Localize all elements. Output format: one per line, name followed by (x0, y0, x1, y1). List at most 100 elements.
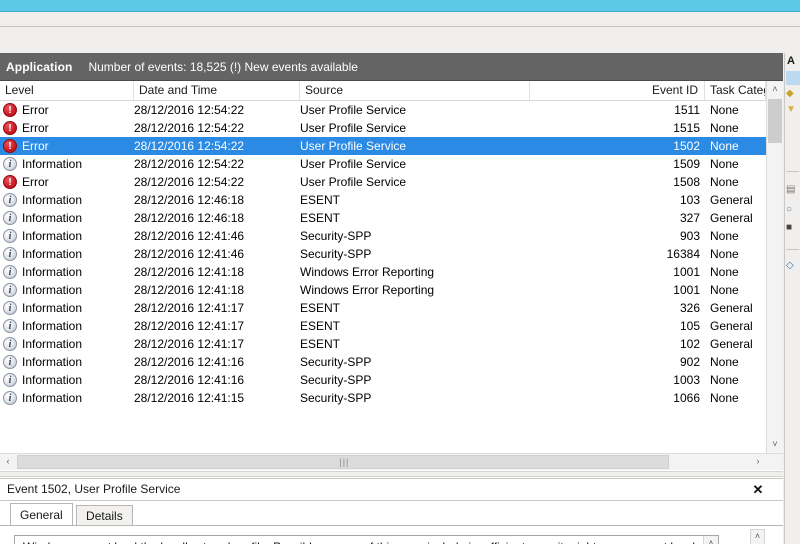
table-row[interactable]: ! Error 28/12/2016 12:54:22 User Profile Se… (0, 101, 766, 119)
cell-task-category: None (710, 373, 739, 387)
horizontal-scroll-thumb[interactable]: ||| (17, 455, 669, 469)
detail-text-box[interactable]: Windows cannot load the locally stored p… (14, 535, 719, 544)
table-row[interactable]: i Information 28/12/2016 12:41:18 Windows E… (0, 281, 766, 299)
cell-date-and-time: 28/12/2016 12:41:46 (134, 229, 245, 243)
cell-level: Information (22, 211, 83, 225)
cell-task-category: None (710, 157, 739, 171)
table-row[interactable]: i Information 28/12/2016 12:41:16 Security-… (0, 353, 766, 371)
cell-level: Information (22, 373, 83, 387)
scroll-right-icon[interactable]: › (750, 454, 766, 470)
cell-event-id: 327 (679, 211, 700, 225)
cell-date-and-time: 28/12/2016 12:41:18 (134, 265, 245, 279)
close-icon[interactable]: ✕ (749, 479, 767, 500)
table-row[interactable]: i Information 28/12/2016 12:46:18 ESENT 103 G… (0, 191, 766, 209)
error-icon: ! (3, 175, 17, 189)
column-header-date-and-time[interactable]: Date and Time (134, 81, 300, 100)
cell-date-and-time: 28/12/2016 12:54:22 (134, 157, 245, 171)
pane-splitter[interactable] (0, 471, 783, 477)
cell-source: Windows Error Reporting (300, 283, 435, 297)
toolbar-strip[interactable] (0, 27, 800, 53)
cell-source: Security-SPP (300, 355, 372, 369)
table-row[interactable]: i Information 28/12/2016 12:41:46 Security-… (0, 245, 766, 263)
vertical-scroll-thumb[interactable] (768, 99, 782, 143)
cell-level: Error (22, 175, 49, 189)
actions-divider-2 (786, 249, 799, 250)
table-row[interactable]: i Information 28/12/2016 12:41:46 Security-… (0, 227, 766, 245)
actions-pane[interactable]: A ◆ ▼ ▤ ○ ■ ◇ (784, 53, 800, 544)
column-header-level[interactable]: Level (0, 81, 134, 100)
actions-item-selected[interactable] (786, 71, 800, 85)
cell-date-and-time: 28/12/2016 12:41:17 (134, 319, 245, 333)
help-icon[interactable]: ◇ (786, 259, 800, 273)
save-icon[interactable]: ■ (786, 221, 800, 235)
table-row[interactable]: ! Error 28/12/2016 12:54:22 User Profile Se… (0, 173, 766, 191)
cell-task-category: General (710, 301, 753, 315)
cell-source: ESENT (300, 319, 341, 333)
cell-task-category: General (710, 193, 753, 207)
cell-source: User Profile Service (300, 139, 407, 153)
cell-level: Information (22, 247, 83, 261)
table-row[interactable]: i Information 28/12/2016 12:41:17 ESENT 102 G… (0, 335, 766, 353)
menu-strip[interactable] (0, 12, 800, 27)
table-row[interactable]: ! Error 28/12/2016 12:54:22 User Profile Se… (0, 137, 766, 155)
column-header-row: Level Date and Time Source Event ID Task… (0, 81, 783, 101)
actions-divider-1 (786, 171, 799, 172)
detail-tabs[interactable]: General Details (10, 503, 133, 526)
table-row[interactable]: i Information 28/12/2016 12:41:17 ESENT 326 G… (0, 299, 766, 317)
cell-date-and-time: 28/12/2016 12:41:46 (134, 247, 245, 261)
detail-title: Event 1502, User Profile Service (7, 482, 181, 496)
event-viewer-window: Application Number of events: 18,525 (!)… (0, 0, 800, 544)
scroll-left-icon[interactable]: ‹ (0, 454, 16, 470)
cell-source: User Profile Service (300, 157, 407, 171)
cell-date-and-time: 28/12/2016 12:41:17 (134, 337, 245, 351)
tab-general[interactable]: General (10, 503, 73, 526)
column-header-task-category[interactable]: Task Categ (705, 81, 766, 100)
table-row[interactable]: ! Error 28/12/2016 12:54:22 User Profile Se… (0, 119, 766, 137)
information-icon: i (3, 355, 17, 369)
find-icon[interactable]: ○ (786, 203, 800, 217)
cell-source: Security-SPP (300, 229, 372, 243)
list-horizontal-scrollbar[interactable]: ‹ ||| › (0, 453, 783, 470)
table-row[interactable]: i Information 28/12/2016 12:54:22 User Prof… (0, 155, 766, 173)
cell-date-and-time: 28/12/2016 12:54:22 (134, 175, 245, 189)
table-row[interactable]: i Information 28/12/2016 12:46:18 ESENT 327 G… (0, 209, 766, 227)
list-vertical-scrollbar[interactable]: ˄ ˅ (766, 81, 783, 453)
cell-event-id: 1001 (673, 265, 700, 279)
tab-details[interactable]: Details (76, 505, 133, 526)
cell-task-category: None (710, 265, 739, 279)
event-list-pane: Application Number of events: 18,525 (!)… (0, 53, 783, 544)
cell-event-id: 1502 (673, 139, 700, 153)
cell-event-id: 105 (679, 319, 700, 333)
information-icon: i (3, 247, 17, 261)
cell-level: Information (22, 301, 83, 315)
scroll-down-icon[interactable]: ˅ (767, 436, 783, 453)
column-header-event-id[interactable]: Event ID (530, 81, 705, 100)
table-row[interactable]: i Information 28/12/2016 12:41:18 Windows E… (0, 263, 766, 281)
detail-pane-scroll-up-icon[interactable]: ˄ (751, 530, 764, 544)
cell-source: User Profile Service (300, 175, 407, 189)
cell-level: Information (22, 319, 83, 333)
table-row[interactable]: i Information 28/12/2016 12:41:15 Security-… (0, 389, 766, 407)
cell-task-category: General (710, 211, 753, 225)
cell-level: Information (22, 355, 83, 369)
scroll-up-icon[interactable]: ˄ (767, 81, 783, 98)
cell-source: User Profile Service (300, 103, 407, 117)
folder-icon[interactable]: ◆ (786, 87, 800, 101)
detail-pane-scrollbar[interactable]: ˄ (750, 529, 765, 544)
event-rows-container[interactable]: ! Error 28/12/2016 12:54:22 User Profile Se… (0, 101, 766, 453)
table-row[interactable]: i Information 28/12/2016 12:41:16 Security-… (0, 371, 766, 389)
properties-icon[interactable]: ▤ (786, 183, 800, 197)
detail-inner-scrollbar[interactable]: ˄ ˅ (703, 536, 718, 544)
filter-icon[interactable]: ▼ (786, 103, 800, 117)
cell-level: Information (22, 391, 83, 405)
detail-scroll-up-icon[interactable]: ˄ (704, 536, 718, 544)
tab-strip-divider (0, 525, 783, 526)
column-header-source[interactable]: Source (300, 81, 530, 100)
information-icon: i (3, 193, 17, 207)
cell-level: Information (22, 229, 83, 243)
cell-level: Information (22, 283, 83, 297)
cell-event-id: 326 (679, 301, 700, 315)
table-row[interactable]: i Information 28/12/2016 12:41:17 ESENT 105 G… (0, 317, 766, 335)
cell-level: Information (22, 157, 83, 171)
information-icon: i (3, 319, 17, 333)
